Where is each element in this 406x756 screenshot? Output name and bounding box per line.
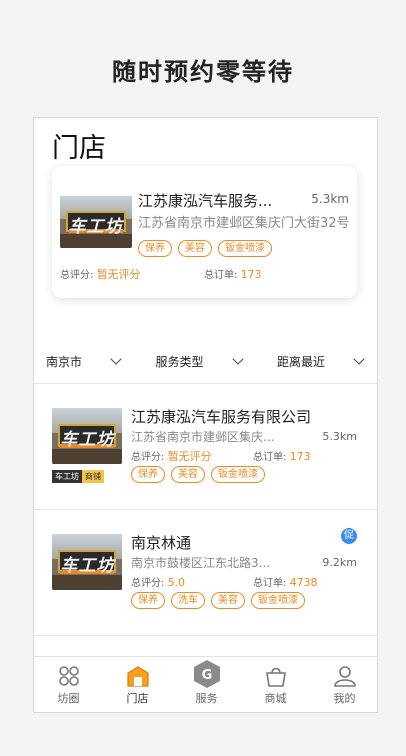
filter-bar: 南京市 服务类型 距离最近 [34, 346, 377, 376]
chevron-down-icon [231, 353, 244, 365]
service-tag: 钣金喷漆 [251, 592, 305, 609]
chevron-down-icon [353, 353, 365, 365]
service-tags: 保养 美容 钣金喷漆 [131, 466, 265, 483]
store-name: 江苏康泓汽车服务... [138, 192, 273, 210]
service-tags: 保养 美容 钣金喷漆 [138, 240, 272, 257]
rating: 总评分: 5.0 [131, 576, 186, 589]
order-count: 总订单: 4738 [253, 576, 318, 589]
store-badge: 车工坊 商铺 [52, 470, 104, 483]
rating: 总评分: 暂无评分 [60, 268, 141, 281]
order-count: 总订单: 173 [253, 450, 311, 463]
service-tag: 美容 [171, 466, 205, 483]
order-count: 总订单: 173 [204, 268, 262, 281]
phone-screen: 门店 车工坊 江苏康泓汽车服务... 5.3km 江苏省南京市建邺区集庆门大街3… [33, 117, 378, 713]
store-list-item[interactable]: 车工坊 南京林通 促 南京市鼓楼区江东北路3... 9.2km 总评分: 5.0… [34, 510, 377, 635]
featured-store-card[interactable]: 车工坊 江苏康泓汽车服务... 5.3km 江苏省南京市建邺区集庆门大街32号 … [52, 166, 357, 298]
page-title: 门店 [52, 133, 106, 164]
tab-store[interactable]: 门店 [103, 657, 172, 712]
promo-headline: 随时预约零等待 [112, 58, 294, 86]
service-tag: 保养 [138, 240, 172, 257]
filter-sort-distance[interactable]: 距离最近 [277, 346, 365, 376]
bottom-tab-bar: 坊圈 门店 G 服务 商城 我的 [34, 656, 377, 712]
store-thumbnail: 车工坊 [52, 534, 122, 590]
store-list-item[interactable]: 车工坊 车工坊 商铺 江苏康泓汽车服务有限公司 江苏省南京市建邺区集庆... 5.… [34, 384, 377, 509]
svg-text:G: G [201, 668, 212, 683]
service-icon: G [193, 660, 220, 688]
store-address: 江苏省南京市建邺区集庆... [131, 430, 275, 444]
filter-city[interactable]: 南京市 [46, 346, 122, 376]
tab-profile[interactable]: 我的 [310, 657, 377, 712]
community-icon [58, 666, 79, 686]
tab-mall[interactable]: 商城 [241, 657, 310, 712]
store-distance: 5.3km [322, 430, 357, 443]
store-address: 南京市鼓楼区江东北路3... [131, 556, 271, 570]
store-thumbnail: 车工坊 [60, 196, 132, 248]
store-name: 南京林通 [131, 534, 192, 552]
store-distance: 5.3km [311, 192, 349, 206]
tab-service[interactable]: G 服务 [172, 657, 241, 712]
service-tag: 钣金喷漆 [211, 466, 265, 483]
service-tags: 保养 洗车 美容 钣金喷漆 [131, 592, 305, 609]
rating: 总评分: 暂无评分 [131, 450, 212, 463]
store-distance: 9.2km [322, 556, 357, 569]
chevron-down-icon [110, 353, 122, 365]
service-tag: 美容 [211, 592, 245, 609]
store-name: 江苏康泓汽车服务有限公司 [131, 408, 312, 426]
store-icon [126, 666, 149, 687]
service-tag: 钣金喷漆 [218, 240, 272, 257]
service-tag: 洗车 [171, 592, 205, 609]
divider [34, 635, 377, 636]
service-tag: 保养 [131, 592, 165, 609]
service-tag: 保养 [131, 466, 165, 483]
store-thumbnail: 车工坊 [52, 408, 122, 464]
shop-bag-icon [265, 667, 286, 687]
store-address: 江苏省南京市建邺区集庆门大街32号 [138, 216, 350, 231]
service-tag: 美容 [178, 240, 212, 257]
tab-community[interactable]: 坊圈 [34, 657, 103, 712]
profile-icon [333, 666, 356, 687]
promotion-badge: 促 [341, 528, 357, 544]
filter-service-type[interactable]: 服务类型 [155, 346, 244, 376]
